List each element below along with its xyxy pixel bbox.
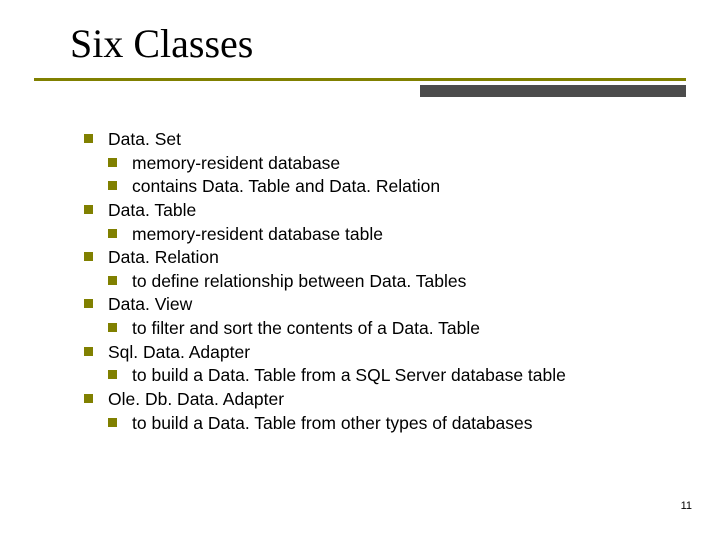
list-item-label: Sql. Data. Adapter [108, 342, 250, 362]
title-accent-box [420, 85, 686, 97]
bullet-icon [108, 276, 117, 285]
list-subitem-label: to build a Data. Table from a SQL Server… [132, 365, 566, 385]
list-subitem: memory-resident database table [108, 223, 680, 247]
bullet-icon [84, 394, 93, 403]
list-subitem-label: memory-resident database table [132, 224, 383, 244]
bullet-icon [84, 299, 93, 308]
bullet-icon [108, 418, 117, 427]
list-item-label: Data. Set [108, 129, 181, 149]
bullet-icon [108, 181, 117, 190]
list-item: Data. Relation [84, 246, 680, 270]
list-subitem: to build a Data. Table from other types … [108, 412, 680, 436]
list-item-label: Data. View [108, 294, 192, 314]
slide: Six Classes Data. Set memory-resident da… [0, 0, 720, 540]
bullet-icon [108, 158, 117, 167]
bullet-icon [108, 229, 117, 238]
bullet-icon [108, 370, 117, 379]
list-item-label: Ole. Db. Data. Adapter [108, 389, 284, 409]
bullet-icon [108, 323, 117, 332]
list-item: Data. View [84, 293, 680, 317]
list-subitem: to build a Data. Table from a SQL Server… [108, 364, 680, 388]
list-item: Data. Set [84, 128, 680, 152]
list-subitem-label: to define relationship between Data. Tab… [132, 271, 466, 291]
list-subitem-label: to filter and sort the contents of a Dat… [132, 318, 480, 338]
list-item: Ole. Db. Data. Adapter [84, 388, 680, 412]
bullet-icon [84, 134, 93, 143]
bullet-icon [84, 252, 93, 261]
list-item: Data. Table [84, 199, 680, 223]
list-item: Sql. Data. Adapter [84, 341, 680, 365]
content-body: Data. Set memory-resident database conta… [84, 128, 680, 435]
list-subitem: contains Data. Table and Data. Relation [108, 175, 680, 199]
list-subitem-label: to build a Data. Table from other types … [132, 413, 532, 433]
bullet-icon [84, 347, 93, 356]
list-subitem-label: contains Data. Table and Data. Relation [132, 176, 440, 196]
page-title: Six Classes [70, 20, 253, 67]
list-subitem: to filter and sort the contents of a Dat… [108, 317, 680, 341]
page-number: 11 [681, 500, 692, 512]
list-item-label: Data. Relation [108, 247, 219, 267]
list-subitem: memory-resident database [108, 152, 680, 176]
title-underline [34, 78, 686, 81]
list-item-label: Data. Table [108, 200, 196, 220]
list-subitem-label: memory-resident database [132, 153, 340, 173]
bullet-icon [84, 205, 93, 214]
list-subitem: to define relationship between Data. Tab… [108, 270, 680, 294]
